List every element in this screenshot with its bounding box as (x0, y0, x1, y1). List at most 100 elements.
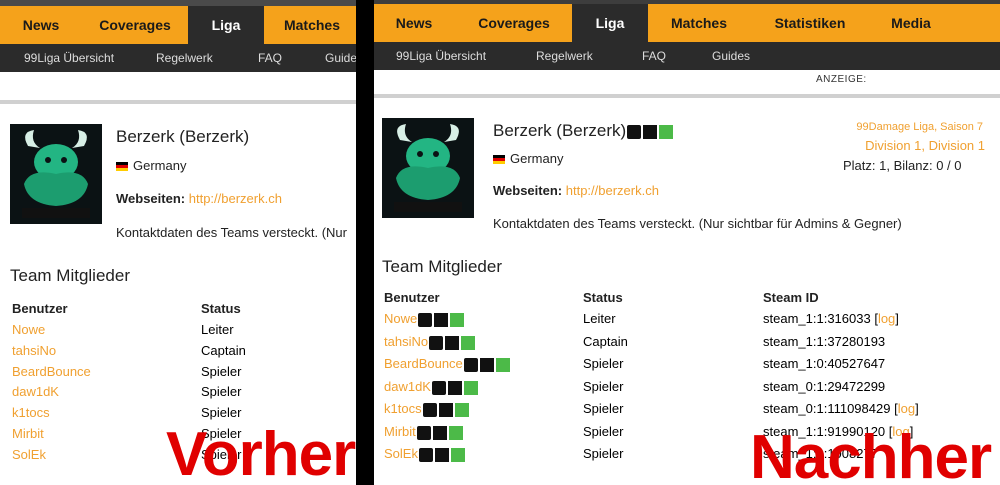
team-name: Berzerk (Berzerk) (116, 127, 250, 146)
steam-id-value: steam_1:0:40527647 (763, 356, 886, 371)
member-name[interactable]: BeardBounce (384, 356, 463, 371)
esea-icon[interactable] (434, 313, 449, 328)
member-name[interactable]: Mirbit (384, 424, 416, 439)
platform-icons (429, 334, 477, 350)
nav-matches[interactable]: Matches (264, 6, 356, 44)
steam-icon[interactable] (627, 125, 642, 140)
subnav-rules[interactable]: Regelwerk (536, 42, 593, 70)
col-steam: Steam ID (763, 290, 819, 305)
website-link[interactable]: http://berzerk.ch (566, 183, 659, 198)
member-name[interactable]: SolEk (12, 447, 46, 462)
member-status: Spieler (583, 356, 624, 371)
website-link[interactable]: http://berzerk.ch (189, 191, 282, 206)
esea-icon[interactable] (447, 380, 462, 395)
germany-flag-icon (116, 162, 128, 172)
col-user: Benutzer (12, 301, 68, 316)
member-status: Leiter (583, 311, 616, 326)
nav-statistiken[interactable]: Statistiken (760, 4, 860, 42)
ad-label: ANZEIGE: (816, 74, 867, 85)
member-status: Spieler (201, 405, 242, 421)
subnav-overview[interactable]: 99Liga Übersicht (396, 42, 486, 70)
member-name[interactable]: daw1dK (12, 384, 59, 399)
faceit-icon[interactable] (463, 380, 478, 395)
nav-liga[interactable]: Liga (572, 4, 648, 42)
faceit-icon[interactable] (450, 313, 465, 328)
steam-icon[interactable] (422, 403, 437, 418)
platform-icons (627, 122, 675, 142)
esea-icon[interactable] (445, 335, 460, 350)
member-name[interactable]: tahsiNo (384, 334, 428, 349)
member-name[interactable]: Nowe (384, 311, 417, 326)
steam-icon[interactable] (416, 425, 431, 440)
team-websites: Webseiten: http://berzerk.ch (116, 191, 282, 206)
faceit-icon[interactable] (448, 425, 463, 440)
member-name[interactable]: BeardBounce (12, 364, 91, 379)
esea-icon[interactable] (479, 358, 494, 373)
member-status: Spieler (583, 446, 624, 461)
member-user: k1tocs (384, 401, 471, 418)
league-season[interactable]: 99Damage Liga, Saison 7 (856, 121, 983, 133)
subnav-rules[interactable]: Regelwerk (156, 44, 213, 72)
steam-id-value: steam_1:1:316033 (763, 311, 871, 326)
col-status: Status (201, 301, 241, 316)
subnav-faq[interactable]: FAQ (258, 44, 282, 72)
nav-media[interactable]: Media (876, 4, 946, 42)
nav-news[interactable]: News (0, 6, 82, 44)
team-country: Germany (116, 158, 186, 173)
member-name[interactable]: SolEk (384, 446, 418, 461)
faceit-icon[interactable] (461, 335, 476, 350)
separator (0, 100, 356, 104)
esea-icon[interactable] (434, 448, 449, 463)
team-country: Germany (493, 151, 563, 166)
member-status: Leiter (201, 322, 234, 337)
steam-icon[interactable] (431, 380, 446, 395)
steam-icon[interactable] (429, 335, 444, 350)
log-link[interactable]: log (878, 311, 895, 326)
steam-icon[interactable] (418, 448, 433, 463)
member-user: Nowe (384, 311, 466, 328)
table-row: daw1dK Spieler (0, 384, 356, 405)
member-name[interactable]: k1tocs (384, 401, 422, 416)
member-name[interactable]: Mirbit (12, 426, 44, 441)
table-row: BeardBounce Spieler (0, 364, 356, 385)
nav-matches[interactable]: Matches (658, 4, 740, 42)
team-logo (10, 124, 102, 224)
member-status: Spieler (583, 401, 624, 416)
esea-icon[interactable] (432, 425, 447, 440)
subnav-guides[interactable]: Guides (712, 42, 750, 70)
steam-id-value: steam_1:1:37280193 (763, 333, 886, 349)
league-division[interactable]: Division 1, Division 1 (865, 138, 985, 153)
subnav-guides[interactable]: Guides (325, 44, 356, 72)
overlay-before: Vorher (166, 420, 356, 485)
table-row: tahsiNo Captain steam_1:1:37280193 (374, 334, 1000, 355)
steam-icon[interactable] (418, 313, 433, 328)
member-name[interactable]: tahsiNo (12, 343, 56, 358)
team-websites: Webseiten: http://berzerk.ch (493, 183, 659, 198)
member-name[interactable]: daw1dK (384, 379, 431, 394)
faceit-icon[interactable] (659, 125, 674, 140)
nav-coverages[interactable]: Coverages (466, 4, 562, 42)
member-user: daw1dK (384, 379, 480, 395)
subnav-faq[interactable]: FAQ (642, 42, 666, 70)
faceit-icon[interactable] (454, 403, 469, 418)
steam-icon[interactable] (463, 358, 478, 373)
platform-icons (463, 357, 512, 373)
esea-icon[interactable] (438, 403, 453, 418)
nav-coverages[interactable]: Coverages (82, 6, 188, 44)
member-user: tahsiNo (384, 334, 477, 350)
esea-icon[interactable] (643, 125, 658, 140)
faceit-icon[interactable] (495, 358, 510, 373)
nav-liga[interactable]: Liga (188, 6, 264, 44)
member-name[interactable]: Nowe (12, 322, 45, 337)
member-name[interactable]: k1tocs (12, 405, 50, 420)
separator (374, 94, 1000, 98)
col-status: Status (583, 290, 623, 305)
table-row: tahsiNo Captain (0, 343, 356, 364)
nav-news[interactable]: News (384, 4, 444, 42)
subnav-overview[interactable]: 99Liga Übersicht (24, 44, 114, 72)
member-status: Spieler (201, 384, 242, 400)
faceit-icon[interactable] (450, 448, 465, 463)
log-link[interactable]: log (898, 401, 915, 416)
member-steam-id: steam_0:1:29472299 (763, 379, 885, 394)
member-user: SolEk (384, 446, 467, 463)
